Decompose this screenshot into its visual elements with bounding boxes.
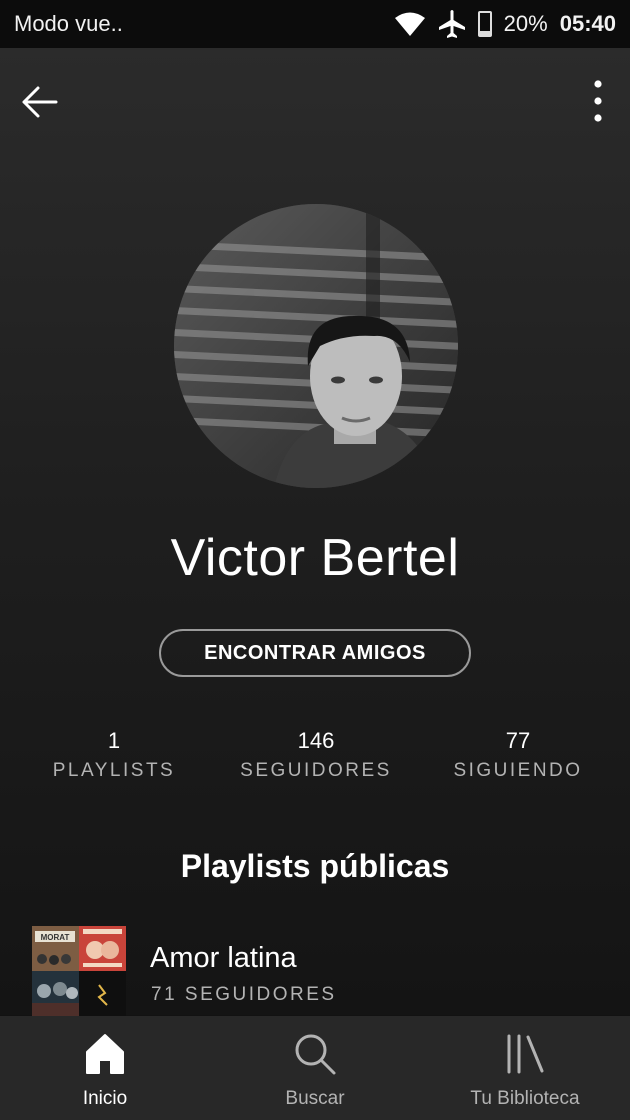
nav-item-search[interactable]: Buscar	[210, 1016, 420, 1120]
more-vertical-icon[interactable]	[590, 78, 606, 124]
nav-label: Tu Biblioteca	[470, 1088, 580, 1109]
bottom-nav: Inicio Buscar Tu Biblioteca	[0, 1016, 630, 1120]
status-carrier: Modo vue..	[14, 11, 123, 36]
playlist-row[interactable]: MORAT Amor latina 71 SEGUIDORES	[0, 924, 630, 1016]
avatar-photo	[174, 204, 458, 488]
battery-icon	[477, 11, 492, 37]
nav-item-library[interactable]: Tu Biblioteca	[420, 1016, 630, 1120]
top-bar	[0, 48, 630, 156]
stat-label: SIGUIENDO	[453, 760, 583, 781]
status-bar: Modo vue.. 20% 05:40	[0, 0, 630, 48]
profile-name: Victor Bertel	[170, 529, 460, 587]
stat-followers[interactable]: 146 SEGUIDORES	[228, 728, 404, 782]
battery-percent: 20%	[503, 11, 548, 36]
wifi-icon	[394, 12, 425, 36]
stat-value: 1	[107, 728, 121, 753]
status-time: 05:40	[559, 11, 616, 36]
playlist-cover: MORAT	[32, 926, 126, 1016]
avatar	[174, 204, 458, 488]
nav-item-home[interactable]: Inicio	[0, 1016, 210, 1120]
nav-label: Buscar	[285, 1088, 345, 1109]
stat-value: 146	[297, 728, 335, 753]
home-icon	[86, 1034, 124, 1074]
stat-value: 77	[505, 728, 531, 753]
search-icon	[295, 1034, 336, 1075]
stat-label: SEGUIDORES	[240, 760, 392, 781]
airplane-icon	[438, 10, 465, 38]
find-friends-button[interactable]: ENCONTRAR AMIGOS	[159, 629, 471, 677]
cover-text: MORAT	[41, 933, 70, 942]
status-icons: 20% 05:40	[394, 9, 616, 39]
arrow-left-icon[interactable]	[18, 82, 62, 122]
playlist-followers: 71 SEGUIDORES	[151, 984, 337, 1005]
section-title: Playlists públicas	[180, 848, 450, 884]
playlist-name: Amor latina	[150, 942, 297, 974]
nav-label: Inicio	[82, 1088, 128, 1109]
library-icon	[507, 1034, 544, 1074]
stat-label: PLAYLISTS	[52, 760, 176, 781]
stat-following[interactable]: 77 SIGUIENDO	[446, 728, 590, 782]
stat-playlists[interactable]: 1 PLAYLISTS	[44, 728, 184, 782]
